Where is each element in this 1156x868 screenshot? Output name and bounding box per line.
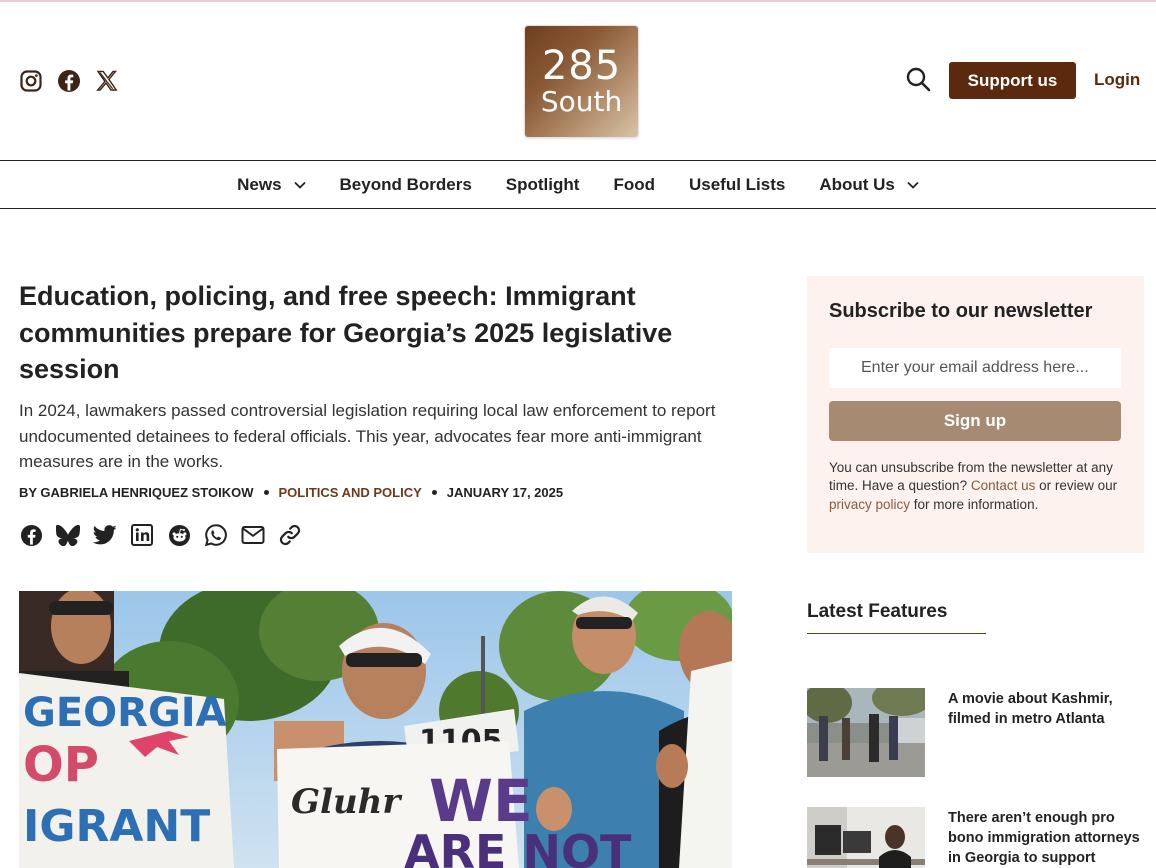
sign-left-text: GEORGIA <box>23 690 227 736</box>
category-link[interactable]: POLITICS AND POLICY <box>279 485 422 500</box>
nav-item-label: News <box>237 174 282 194</box>
meta-separator <box>431 490 437 495</box>
facebook-icon[interactable] <box>56 68 81 93</box>
feature-title[interactable]: A movie about Kashmir, filmed in metro A… <box>948 689 1144 729</box>
heading-underline <box>807 633 986 634</box>
site-header: 285 South Support us Login <box>0 2 1156 160</box>
facebook-icon[interactable] <box>19 523 43 547</box>
article-dek: In 2024, lawmakers passed controversial … <box>19 401 716 471</box>
main-nav: News Beyond Borders Spotlight Food Usefu… <box>0 160 1156 209</box>
nav-item-news[interactable]: News <box>237 174 306 195</box>
newsletter-note: You can unsubscribe from the newsletter … <box>829 459 1127 514</box>
logo-number: 285 <box>541 42 622 89</box>
sign-left-text-2: OP <box>23 737 99 793</box>
note-text: or review our <box>1035 478 1118 494</box>
nav-item-spotlight[interactable]: Spotlight <box>506 175 580 195</box>
meta-separator <box>263 490 269 495</box>
feature-title[interactable]: There aren’t enough pro bono immigration… <box>948 808 1144 868</box>
protest-sign-left: GEORGIA OP IGRANT <box>19 673 234 868</box>
feature-thumbnail[interactable] <box>807 807 925 868</box>
hero-image: GEORGIA OP IGRANT 1105 Gluhr WE ARE NOT <box>19 591 732 868</box>
support-us-button[interactable]: Support us <box>949 62 1076 99</box>
link-icon[interactable] <box>278 523 302 547</box>
nav-item-food[interactable]: Food <box>613 175 655 195</box>
sign-center-script: Gluhr <box>291 782 402 822</box>
note-text: for more information. <box>910 496 1039 512</box>
sign-left-text-3: IGRANT <box>23 801 210 852</box>
email-field[interactable]: Enter your email address here... <box>829 348 1121 388</box>
nav-item-useful-lists[interactable]: Useful Lists <box>689 175 785 195</box>
whatsapp-icon[interactable] <box>204 523 228 547</box>
site-logo[interactable]: 285 South <box>525 26 638 137</box>
privacy-policy-link[interactable]: privacy policy <box>829 497 910 512</box>
nav-item-label: Beyond Borders <box>339 174 472 194</box>
share-bar <box>19 523 302 547</box>
nav-item-about-us[interactable]: About Us <box>819 175 919 195</box>
feature-thumbnail[interactable] <box>807 688 925 777</box>
nav-item-label: About Us <box>819 174 895 194</box>
linkedin-icon[interactable] <box>130 523 154 547</box>
instagram-icon[interactable] <box>18 68 43 93</box>
bluesky-icon[interactable] <box>56 523 80 547</box>
newsletter-title: Subscribe to our newsletter <box>829 300 1093 322</box>
byline[interactable]: BY GABRIELA HENRIQUEZ STOIKOW <box>19 485 254 500</box>
sign-up-button[interactable]: Sign up <box>829 401 1121 441</box>
twitter-icon[interactable] <box>93 523 117 547</box>
article-headline: Education, policing, and free speech: Im… <box>19 281 673 384</box>
email-icon[interactable] <box>241 523 265 547</box>
article-meta: BY GABRIELA HENRIQUEZ STOIKOW POLITICS A… <box>19 485 563 500</box>
social-links <box>18 68 119 93</box>
x-icon[interactable] <box>94 68 119 93</box>
nav-item-label: Food <box>613 174 655 194</box>
reddit-icon[interactable] <box>167 523 191 547</box>
login-link[interactable]: Login <box>1094 70 1140 90</box>
logo-word: South <box>540 84 623 118</box>
search-icon[interactable] <box>905 66 931 92</box>
newsletter-box: Subscribe to our newsletter Enter your e… <box>807 276 1144 553</box>
contact-us-link[interactable]: Contact us <box>971 478 1036 493</box>
sign-center-big-2: ARE NOT <box>404 825 632 868</box>
chevron-down-icon <box>293 181 306 189</box>
nav-item-label: Useful Lists <box>688 174 786 194</box>
publish-date: JANUARY 17, 2025 <box>446 485 564 500</box>
nav-item-label: Spotlight <box>505 174 580 194</box>
latest-features-heading: Latest Features <box>807 601 948 622</box>
nav-item-beyond-borders[interactable]: Beyond Borders <box>340 175 472 195</box>
chevron-down-icon <box>907 181 919 189</box>
